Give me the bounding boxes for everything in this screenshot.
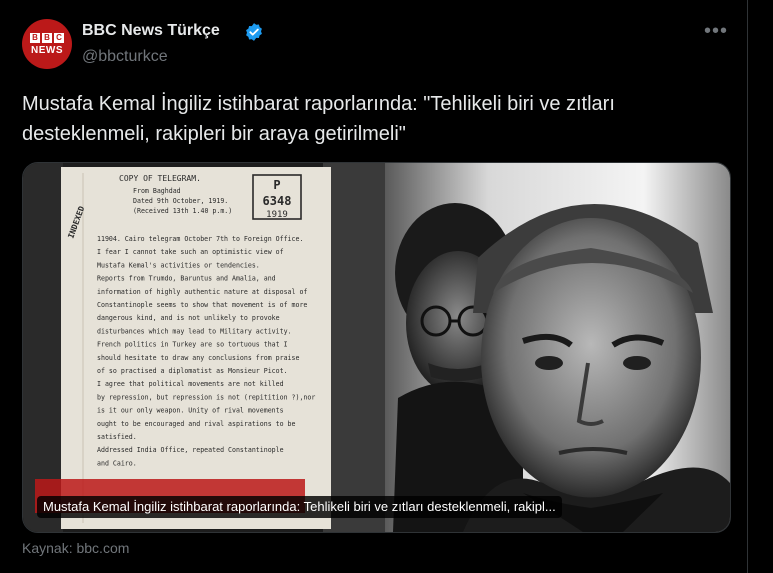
avatar[interactable]: B B C NEWS <box>22 19 72 69</box>
avatar-block: B <box>30 32 40 43</box>
link-card[interactable]: P 6348 1919 COPY OF TELEGRAM. INDEXED Fr… <box>22 162 731 533</box>
avatar-block: C <box>54 32 64 43</box>
stamp-number: 6348 <box>263 194 292 208</box>
display-name[interactable]: BBC News Türkçe <box>82 22 220 40</box>
avatar-block: B <box>42 32 52 43</box>
document-line: Dated 9th October, 1919. <box>133 197 228 205</box>
document-line: Reports from Trumdo, Baruntus and Amalia… <box>97 275 276 283</box>
bbc-logo-icon: B B C <box>30 32 64 43</box>
document-line: ought to be encouraged and rival aspirat… <box>97 420 296 428</box>
more-options-icon[interactable]: ••• <box>704 20 728 43</box>
tweet: B B C NEWS BBC News Türkçe @bbcturkce ••… <box>0 0 747 573</box>
verified-badge-icon <box>246 23 262 41</box>
avatar-label: NEWS <box>31 44 63 56</box>
document-line: disturbances which may lead to Military … <box>97 327 292 335</box>
document-line: satisfied. <box>97 433 137 441</box>
source-label[interactable]: Kaynak: bbc.com <box>22 540 129 556</box>
card-caption: Mustafa Kemal İngiliz istihbarat raporla… <box>37 496 562 518</box>
account-handle[interactable]: @bbcturkce <box>82 48 168 66</box>
source-text: Kaynak: bbc.com <box>22 540 130 556</box>
card-image: P 6348 1919 COPY OF TELEGRAM. INDEXED Fr… <box>23 163 730 532</box>
document-line: information of highly authentic nature a… <box>97 288 307 296</box>
document-line: by repression, but repression is not (re… <box>97 393 315 401</box>
document-line: 11904. Cairo telegram October 7th to For… <box>97 235 303 243</box>
document-line: dangerous kind, and is not unlikely to p… <box>97 314 280 322</box>
document-line: Addressed India Office, repeated Constan… <box>97 446 284 454</box>
column-border <box>747 0 748 573</box>
document-line: should hesitate to draw any conclusions … <box>97 354 299 362</box>
tweet-text: Mustafa Kemal İngiliz istihbarat raporla… <box>22 93 615 145</box>
document-line: is it our only weapon. Unity of rival mo… <box>97 407 284 415</box>
document-line: French politics in Turkey are so tortuou… <box>97 341 288 349</box>
document-line: Constantinople seems to show that moveme… <box>97 301 307 309</box>
document-header: COPY OF TELEGRAM. <box>119 174 201 183</box>
stamp-year: 1919 <box>266 210 288 220</box>
document-line: (Received 13th 1.40 p.m.) <box>133 207 232 215</box>
document-line: From Baghdad <box>133 187 181 195</box>
document-line: I agree that political movements are not… <box>97 380 284 388</box>
stamp-letter: P <box>273 178 280 192</box>
document-line: Mustafa Kemal's activities or tendencies… <box>97 261 260 269</box>
document-line: I fear I cannot take such an optimistic … <box>97 248 284 256</box>
document-line: of so practised a diplomatist as Monsieu… <box>97 367 288 375</box>
document-line: and Cairo. <box>97 459 137 467</box>
